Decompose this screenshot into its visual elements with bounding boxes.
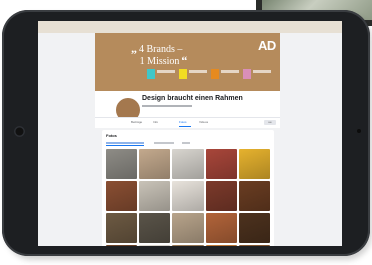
- tab-photos[interactable]: Fotos: [179, 120, 187, 124]
- photo-thumbnail[interactable]: [106, 245, 138, 246]
- subtab-indicator: [106, 145, 144, 146]
- photo-thumbnail[interactable]: [205, 213, 237, 243]
- brand-tile: [243, 69, 251, 79]
- more-options-button[interactable]: •••: [264, 120, 276, 125]
- cover-headline: „4 Brands – "1 Mission“: [129, 41, 189, 67]
- cover-photo[interactable]: „4 Brands – "1 Mission“ AD: [95, 33, 280, 91]
- photo-thumbnail[interactable]: [172, 213, 204, 243]
- photo-thumbnail[interactable]: [139, 181, 171, 211]
- photo-grid: [106, 149, 270, 246]
- photos-subtab-3[interactable]: [182, 141, 190, 145]
- tab-videos[interactable]: Videos: [199, 120, 208, 124]
- quote-close-glyph: “: [181, 53, 188, 67]
- quote-open-glyph: „: [131, 41, 137, 55]
- photo-thumbnail[interactable]: [205, 245, 237, 246]
- photo-thumbnail[interactable]: [238, 181, 270, 211]
- active-tab-indicator: [179, 126, 191, 127]
- photos-heading: Fotos: [106, 133, 117, 138]
- brand-tile-caption: [221, 70, 239, 73]
- profile-tabbar: Beiträge Info Fotos Videos •••: [95, 117, 280, 128]
- home-button-icon[interactable]: [14, 126, 25, 137]
- photo-thumbnail[interactable]: [139, 213, 171, 243]
- photo-thumbnail[interactable]: [106, 213, 138, 243]
- page-subtitle-placeholder: [142, 104, 192, 108]
- photo-thumbnail[interactable]: [106, 149, 138, 179]
- photo-thumbnail[interactable]: [106, 181, 138, 211]
- brand-tile-caption: [253, 70, 271, 73]
- photos-subtab-2[interactable]: [154, 141, 174, 145]
- photo-thumbnail[interactable]: [238, 213, 270, 243]
- page-title: Design braucht einen Rahmen: [142, 95, 243, 102]
- photo-thumbnail[interactable]: [172, 149, 204, 179]
- photo-thumbnail[interactable]: [139, 149, 171, 179]
- photo-thumbnail[interactable]: [238, 245, 270, 246]
- photo-thumbnail[interactable]: [172, 245, 204, 246]
- photo-thumbnail[interactable]: [172, 181, 204, 211]
- photo-thumbnail[interactable]: [238, 149, 270, 179]
- tab-info[interactable]: Info: [153, 120, 158, 124]
- photo-thumbnail[interactable]: [205, 181, 237, 211]
- cover-line-1: 4 Brands –: [139, 44, 183, 55]
- browser-top-strip: [38, 21, 342, 33]
- photos-section: Fotos: [102, 130, 274, 246]
- camera-icon: [357, 129, 361, 133]
- tab-posts[interactable]: Beiträge: [131, 120, 142, 124]
- photo-thumbnail[interactable]: [139, 245, 171, 246]
- brand-tile-caption: [157, 70, 175, 73]
- cover-line-2: 1 Mission: [139, 56, 180, 67]
- tablet-screen: „4 Brands – "1 Mission“ AD Design brauch…: [38, 21, 342, 246]
- brand-tile: [211, 69, 219, 79]
- brand-tile-caption: [189, 70, 207, 73]
- cover-logo: AD: [258, 38, 276, 53]
- brand-tile: [147, 69, 155, 79]
- photo-thumbnail[interactable]: [205, 149, 237, 179]
- brand-tile: [179, 69, 187, 79]
